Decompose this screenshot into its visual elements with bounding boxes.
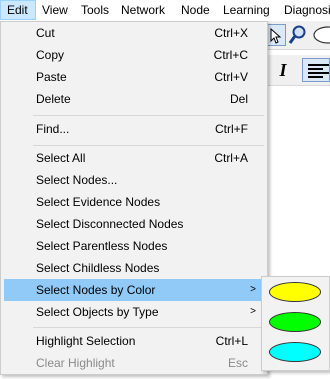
menu-diagnosis[interactable]: Diagnosi [278,0,330,20]
menu-item-select-disconnected-nodes[interactable]: Select Disconnected Nodes [4,213,264,235]
menu-item-label: Select Nodes... [36,173,118,187]
menu-item-select-all[interactable]: Select All Ctrl+A [4,147,264,169]
menu-item-shortcut: Ctrl+F [215,122,248,136]
menu-item-select-childless-nodes[interactable]: Select Childless Nodes [4,257,264,279]
toolbar-strip [264,21,330,50]
menu-item-shortcut: Del [229,92,248,106]
chevron-right-icon: > [250,284,256,295]
menu-item-label: Delete [36,92,71,106]
zoom-icon[interactable] [288,24,308,46]
menu-item-select-objects-by-type[interactable]: Select Objects by Type > [4,301,264,323]
arrow-tool-icon[interactable] [266,24,286,46]
italic-button[interactable]: I [272,59,294,81]
color-swatch-green[interactable] [269,312,321,332]
menu-separator [33,115,264,116]
menu-item-shortcut: Ctrl+V [214,70,248,84]
menu-network[interactable]: Network [115,0,171,20]
menu-item-label: Cut [36,26,55,40]
menu-item-shortcut: Ctrl+A [214,151,248,165]
menu-item-highlight-selection[interactable]: Highlight Selection Ctrl+L [4,330,264,352]
menu-item-clear-highlight: Clear Highlight Esc [4,352,264,374]
menu-item-label: Select Disconnected Nodes [36,217,184,231]
menu-item-select-nodes-by-color[interactable]: Select Nodes by Color > [4,279,264,301]
align-left-icon[interactable] [302,58,330,82]
menu-tools[interactable]: Tools [75,0,115,20]
menu-item-shortcut: Ctrl+L [215,334,248,348]
format-toolbar: I [264,55,330,86]
menu-item-label: Select Nodes by Color [36,283,156,297]
menu-item-select-evidence-nodes[interactable]: Select Evidence Nodes [4,191,264,213]
menu-item-label: Copy [36,48,65,62]
menu-bar: Edit View Tools Network Node Learning Di… [0,0,330,22]
color-swatch-yellow[interactable] [269,282,321,302]
menu-view[interactable]: View [36,0,74,20]
menu-item-select-nodes[interactable]: Select Nodes... [4,169,264,191]
color-submenu [261,276,330,371]
menu-node[interactable]: Node [175,0,216,20]
menu-item-shortcut: Esc [227,356,248,370]
menu-separator [33,145,264,146]
menu-item-select-parentless-nodes[interactable]: Select Parentless Nodes [4,235,264,257]
menu-item-label: Select Objects by Type [36,305,159,319]
menu-item-paste[interactable]: Paste Ctrl+V [4,66,264,88]
menu-item-shortcut: Ctrl+X [214,26,248,40]
menu-item-label: Highlight Selection [36,334,136,348]
menu-learning[interactable]: Learning [217,0,276,20]
oval-tool-icon[interactable] [312,24,330,46]
menu-item-label: Select Childless Nodes [36,261,160,275]
menu-item-copy[interactable]: Copy Ctrl+C [4,44,264,66]
menu-item-label: Clear Highlight [36,356,115,370]
menu-item-label: Select All [36,151,86,165]
edit-menu: Cut Ctrl+X Copy Ctrl+C Paste Ctrl+V Dele… [0,21,268,375]
menu-item-delete[interactable]: Delete Del [4,88,264,110]
menu-item-label: Select Evidence Nodes [36,195,161,209]
menu-item-label: Paste [36,70,67,84]
menu-item-cut[interactable]: Cut Ctrl+X [4,22,264,44]
menu-item-label: Find... [36,122,70,136]
menu-edit[interactable]: Edit [0,0,36,20]
menu-item-shortcut: Ctrl+C [213,48,248,62]
menu-item-label: Select Parentless Nodes [36,239,168,253]
menu-separator [33,327,264,328]
menu-item-find[interactable]: Find... Ctrl+F [4,118,264,140]
color-swatch-cyan[interactable] [269,342,321,362]
chevron-right-icon: > [250,306,256,317]
